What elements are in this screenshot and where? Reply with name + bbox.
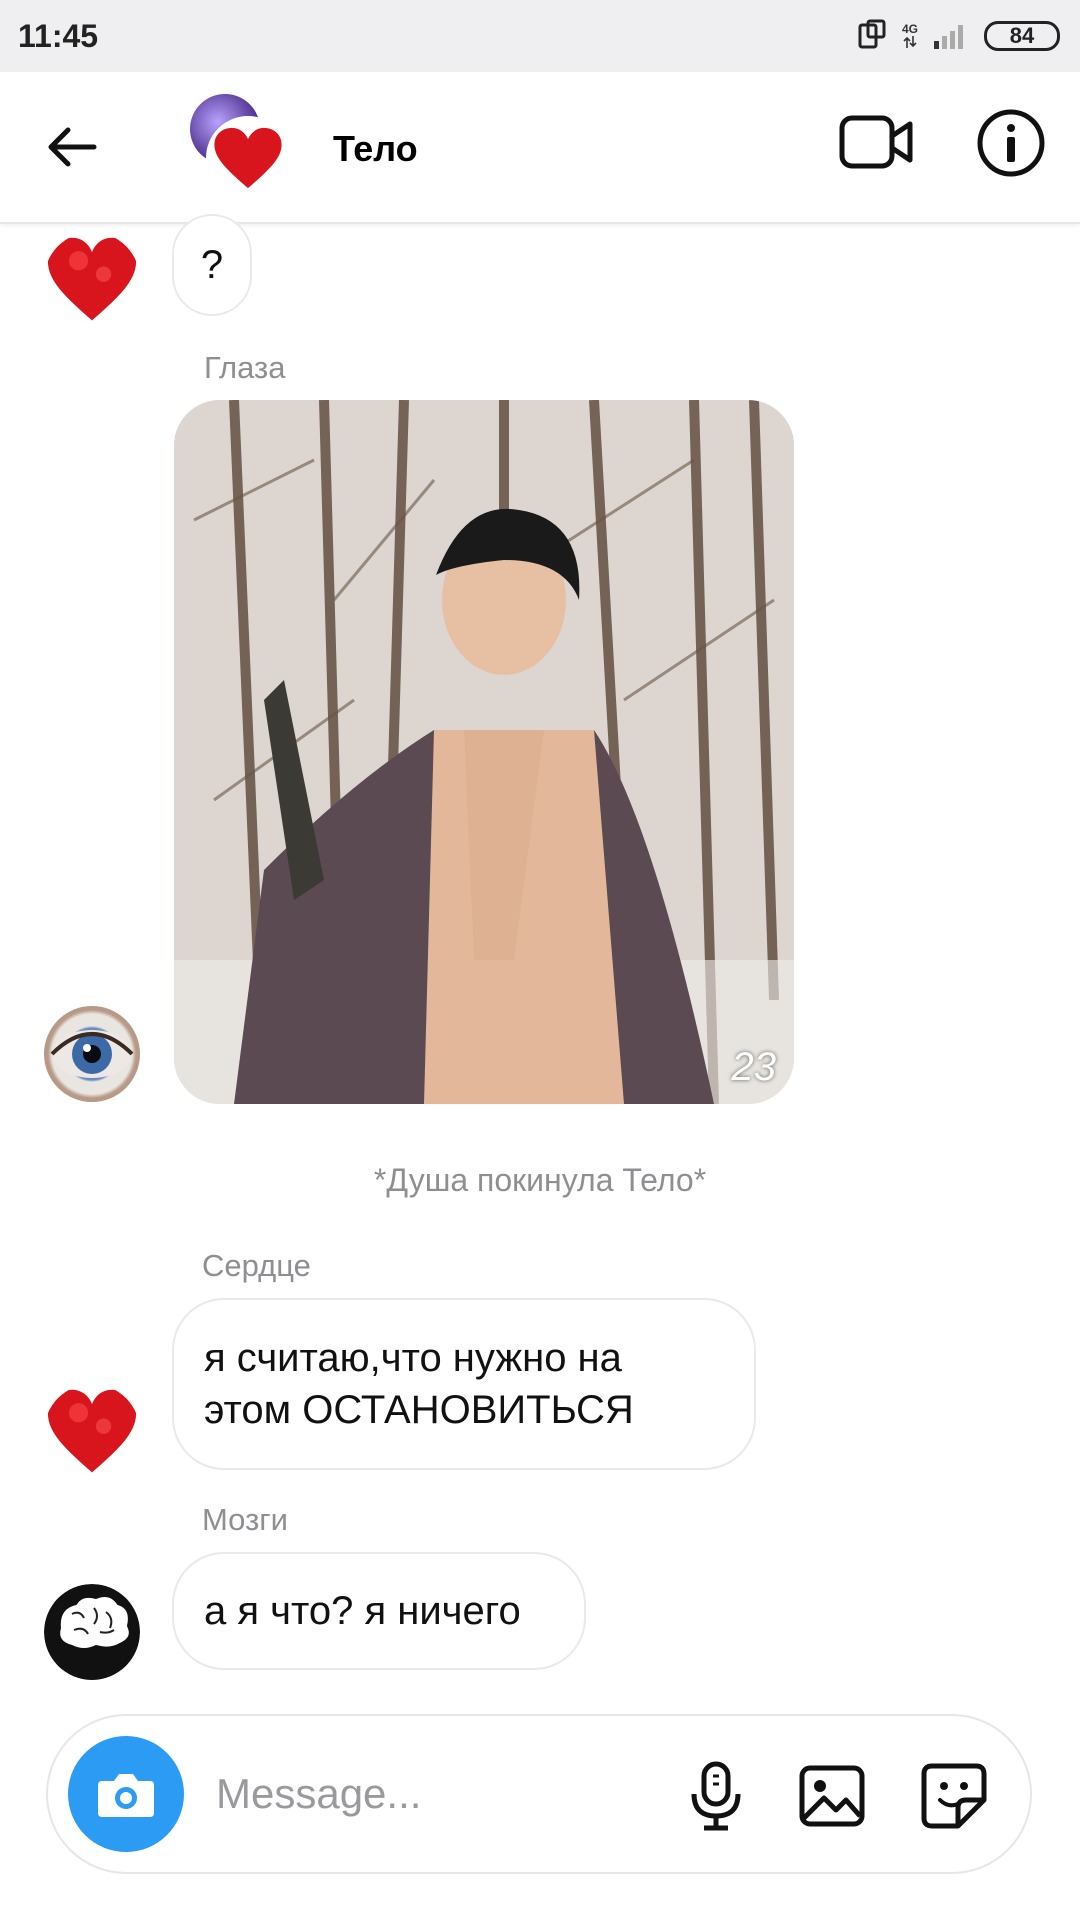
message-bubble-brain[interactable]: а я что? я ничего [172,1552,586,1670]
status-bar: 11:45 4G 84 [0,0,1080,72]
sender-name-brain: Мозги [202,1502,288,1537]
message-text: а я что? я ничего [204,1589,521,1633]
heart-avatar-small [206,116,290,200]
brain-avatar[interactable] [44,1584,140,1680]
sticker-icon[interactable] [918,1760,990,1832]
message-text-line2: этом ОСТАНОВИТЬСЯ [204,1388,634,1432]
heart-avatar[interactable] [44,1384,140,1480]
photo-image [174,400,794,1104]
eye-avatar[interactable] [44,1006,140,1102]
status-time: 11:45 [18,18,99,54]
sender-name-heart: Сердце [202,1248,311,1283]
battery-indicator: 84 [984,21,1060,51]
heart-icon [47,237,137,321]
message-bubble-heart[interactable]: я считаю,что нужно на этом ОСТАНОВИТЬСЯ [172,1298,756,1470]
microphone-icon[interactable] [680,1760,752,1832]
image-icon[interactable] [796,1760,868,1832]
chat-header: Тело [0,72,1080,224]
screen-rotation-icon [858,19,886,49]
signal-icon [934,25,963,49]
camera-button[interactable] [68,1736,184,1852]
video-camera-icon[interactable] [838,110,914,174]
status-indicators: 4G 84 [854,14,1060,58]
arrow-left-icon[interactable] [42,117,102,177]
network-type: 4G [901,22,918,36]
eye-icon [50,1030,134,1078]
chat-title[interactable]: Тело [333,128,418,170]
data-arrows-icon [903,36,917,48]
heart-icon [214,127,282,189]
heart-avatar[interactable] [44,232,140,328]
photo-count: 23 [731,1045,777,1089]
sender-name-eyes: Глаза [204,350,286,385]
brain-icon [44,1584,140,1680]
group-avatar[interactable] [190,94,290,200]
message-text-line1: я считаю,что нужно на [204,1336,622,1380]
heart-icon [47,1389,137,1473]
message-bubble-heart-question[interactable]: ? [172,214,252,316]
system-message: *Душа покинула Тело* [373,1162,707,1198]
photo-message[interactable]: 23 [174,400,794,1104]
camera-icon [98,1774,154,1817]
message-composer [46,1714,1032,1874]
info-icon[interactable] [976,108,1046,178]
message-text: ? [200,243,224,287]
message-input[interactable] [216,1762,636,1826]
